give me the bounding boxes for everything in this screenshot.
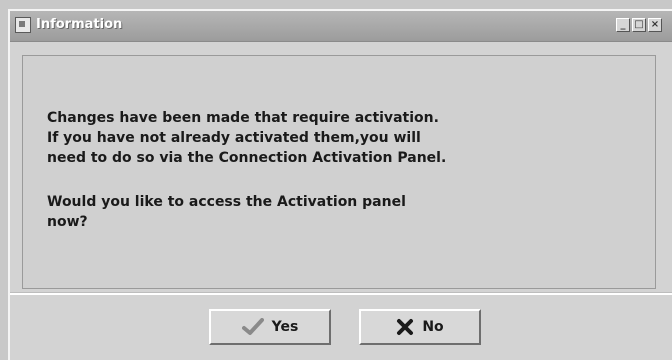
- information-dialog: Information _ □ × Changes have been made…: [8, 9, 672, 360]
- checkmark-icon: [241, 318, 264, 336]
- window-icon: [15, 17, 31, 33]
- title-bar[interactable]: Information _ □ ×: [10, 11, 672, 42]
- minimize-button[interactable]: _: [616, 18, 630, 32]
- window-title: Information: [36, 17, 123, 32]
- window-controls: _ □ ×: [616, 18, 662, 32]
- no-button[interactable]: No: [359, 309, 481, 345]
- yes-button-label: Yes: [271, 319, 299, 335]
- divider: [10, 292, 672, 295]
- close-button[interactable]: ×: [648, 18, 662, 32]
- message-text-activation: Changes have been made that require acti…: [47, 110, 447, 166]
- no-button-label: No: [422, 319, 444, 335]
- yes-button[interactable]: Yes: [209, 309, 331, 345]
- message-text-question: Would you like to access the Activation …: [47, 194, 406, 230]
- maximize-button[interactable]: □: [632, 18, 646, 32]
- message-panel: Changes have been made that require acti…: [22, 55, 656, 289]
- x-icon: [396, 318, 414, 336]
